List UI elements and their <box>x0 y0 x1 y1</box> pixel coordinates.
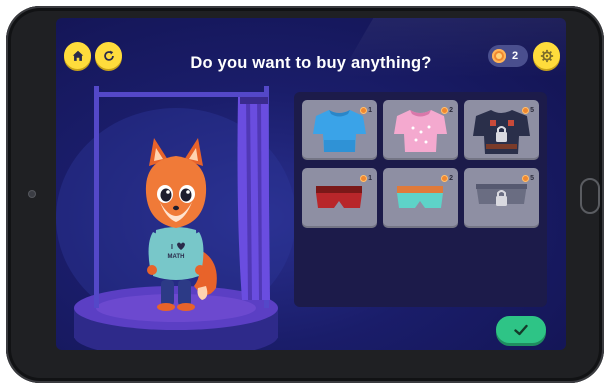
item-price: 1 <box>360 173 372 183</box>
shirt-text-top: I <box>171 244 173 251</box>
confirm-button[interactable] <box>496 316 546 343</box>
shop-item-grey-shorts-locked[interactable]: 5 <box>464 168 539 228</box>
coin-icon <box>441 106 449 114</box>
coin-icon <box>522 106 530 114</box>
coin-counter: 2 <box>488 45 528 67</box>
shop-item-teal-shorts[interactable]: 2 <box>383 168 458 228</box>
coin-icon <box>522 174 530 182</box>
rack-rail <box>94 92 269 97</box>
tablet-home-button <box>580 178 600 214</box>
settings-button[interactable] <box>533 42 560 69</box>
shop-item-dark-shirt-locked[interactable]: 5 <box>464 100 539 160</box>
item-price: 5 <box>522 105 534 115</box>
shirt-text-bottom: MATH <box>168 254 185 260</box>
coin-icon <box>360 174 368 182</box>
gear-icon <box>540 49 553 62</box>
curtain <box>237 97 270 300</box>
checkmark-icon <box>514 324 528 335</box>
dressing-room-scene: I MATH <box>56 86 296 350</box>
item-price: 2 <box>441 173 453 183</box>
shop-item-blue-shirt[interactable]: 1 <box>302 100 377 160</box>
rack-left-pole <box>94 86 99 308</box>
tablet-camera <box>29 191 35 197</box>
item-price: 5 <box>522 173 534 183</box>
coin-icon <box>360 106 368 114</box>
game-screen: Do you want to buy anything? 2 I MATH 1 … <box>56 18 566 350</box>
coin-count: 2 <box>512 50 519 62</box>
coin-icon <box>441 174 449 182</box>
shop-item-red-shorts[interactable]: 1 <box>302 168 377 228</box>
item-price: 1 <box>360 105 372 115</box>
shop-item-pink-shirt[interactable]: 2 <box>383 100 458 160</box>
coin-icon <box>492 49 506 63</box>
shop-panel: 1 2 5 1 2 5 <box>294 92 547 307</box>
item-price: 2 <box>441 105 453 115</box>
